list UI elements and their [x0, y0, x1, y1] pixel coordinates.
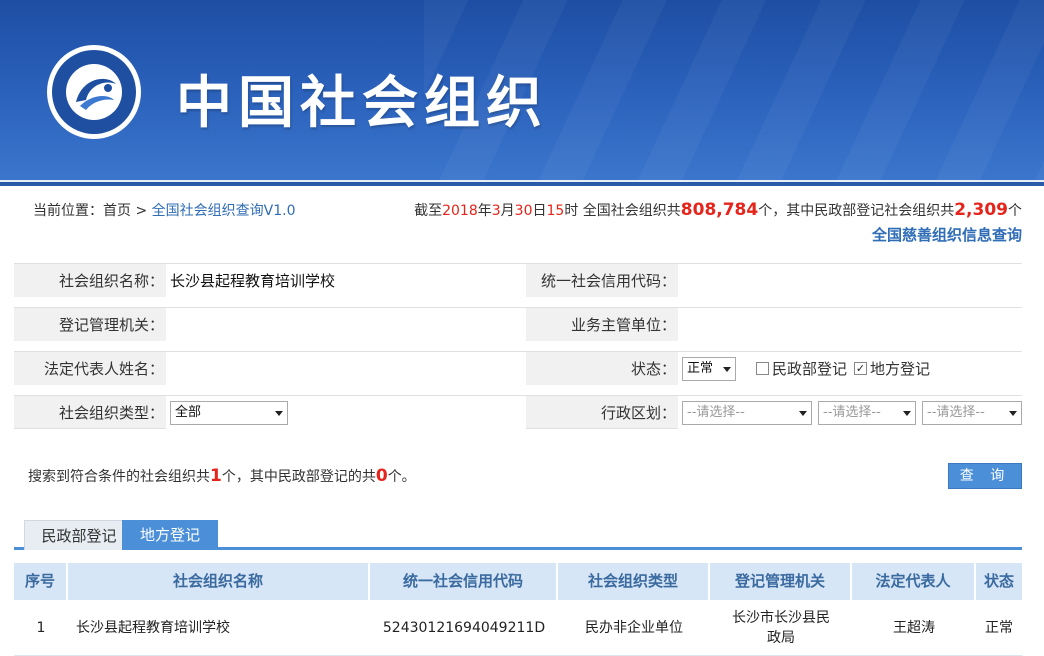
tab-local-registration[interactable]: 地方登记	[122, 520, 218, 550]
charity-query-link[interactable]: 全国慈善组织信息查询	[872, 224, 1022, 245]
region-county-value: --请选择--	[927, 405, 985, 420]
header-banner: 中国社会组织	[0, 0, 1044, 180]
region-field: --请选择-- --请选择-- --请选择--	[678, 396, 1022, 430]
supervisor-input[interactable]	[678, 308, 1022, 342]
result-text: 搜索到符合条件的社会组织共	[28, 469, 210, 485]
status-field: 正常 民政部登记 ✓ 地方登记	[678, 352, 1022, 386]
breadcrumb-current-link[interactable]: 全国社会组织查询V1.0	[152, 203, 296, 219]
org-type-select[interactable]: 全部	[170, 401, 288, 425]
stat-text: 日	[532, 203, 547, 219]
result-count: 1	[210, 466, 222, 486]
credit-code-input[interactable]	[678, 264, 1022, 298]
stat-text: 截至	[414, 203, 443, 219]
cell-registrar-line1: 长沙市长沙县民	[732, 610, 830, 626]
stat-month: 3	[491, 203, 501, 219]
tab-ministry-registration[interactable]: 民政部登记	[24, 520, 134, 550]
column-header-name: 社会组织名称	[68, 563, 370, 600]
registrar-input[interactable]	[166, 308, 526, 342]
region-label: 行政区划：	[600, 404, 676, 422]
ministry-checkbox[interactable]	[756, 362, 769, 375]
breadcrumb-separator: >	[131, 203, 152, 219]
cell-registrar-line2: 政局	[767, 630, 795, 646]
stat-text: 时 全国社会组织共	[564, 203, 681, 219]
column-header-index: 序号	[14, 563, 68, 600]
breadcrumb-prefix: 当前位置：	[33, 203, 103, 219]
result-text: 个。	[387, 469, 416, 485]
region-province-value: --请选择--	[687, 405, 745, 420]
supervisor-label: 业务主管单位：	[570, 316, 676, 334]
ministry-checkbox-label: 民政部登记	[772, 360, 848, 378]
org-type-label: 社会组织类型：	[58, 404, 164, 422]
logo-emblem-icon	[47, 45, 141, 139]
column-header-registrar: 登记管理机关	[710, 563, 852, 600]
site-title: 中国社会组织	[176, 71, 548, 136]
chevron-down-icon	[903, 411, 911, 416]
cell-org-type: 民办非企业单位	[585, 620, 683, 636]
org-name-input[interactable]: 长沙县起程教育培训学校	[166, 264, 526, 298]
legal-rep-label: 法定代表人姓名：	[43, 360, 164, 378]
org-type-field: 全部	[166, 396, 526, 430]
statistics-summary: 截至2018年3月30日15时 全国社会组织共808,784个，其中民政部登记社…	[414, 200, 1022, 220]
stat-text: 个	[1008, 203, 1022, 219]
stat-text: 个，其中民政部登记社会组织共	[758, 203, 955, 219]
status-select-value: 正常	[687, 361, 714, 376]
chevron-down-icon	[1009, 411, 1017, 416]
stat-text: 年	[477, 203, 492, 219]
result-summary: 搜索到符合条件的社会组织共1个，其中民政部登记的共0个。	[28, 466, 416, 486]
form-row-2: 登记管理机关： 业务主管单位：	[14, 307, 1022, 342]
cell-index: 1	[36, 620, 46, 636]
breadcrumb-home-link[interactable]: 首页	[103, 203, 131, 219]
stat-ministry-count: 2,309	[954, 200, 1008, 220]
column-header-status: 状态	[976, 563, 1022, 600]
chevron-down-icon	[799, 411, 807, 416]
result-ministry-count: 0	[375, 466, 388, 486]
result-text: 个，其中民政部登记的共	[221, 469, 376, 485]
banner-divider	[0, 180, 1044, 186]
org-type-select-value: 全部	[175, 405, 202, 420]
column-header-type: 社会组织类型	[558, 563, 710, 600]
region-city-value: --请选择--	[823, 405, 881, 420]
breadcrumb: 当前位置：首页 > 全国社会组织查询V1.0	[33, 200, 295, 220]
form-row-4: 社会组织类型： 全部 行政区划： --请选择-- --请选择-- --请选择--	[14, 395, 1022, 430]
chevron-down-icon	[723, 367, 731, 372]
stat-year: 2018	[442, 203, 478, 219]
registrar-label: 登记管理机关：	[58, 316, 164, 334]
column-header-legal-rep: 法定代表人	[852, 563, 976, 600]
region-city-select[interactable]: --请选择--	[818, 401, 916, 425]
cell-status: 正常	[985, 620, 1013, 636]
region-county-select[interactable]: --请选择--	[922, 401, 1022, 425]
stat-day: 30	[514, 203, 533, 219]
status-label: 状态：	[630, 360, 676, 378]
form-row-3: 法定代表人姓名： 状态： 正常 民政部登记 ✓ 地方登记	[14, 351, 1022, 386]
chevron-down-icon	[275, 411, 283, 416]
status-select[interactable]: 正常	[682, 357, 736, 381]
credit-code-label: 统一社会信用代码：	[540, 272, 676, 290]
local-checkbox[interactable]: ✓	[854, 362, 867, 375]
region-province-select[interactable]: --请选择--	[682, 401, 812, 425]
form-row-1: 社会组织名称： 长沙县起程教育培训学校 统一社会信用代码：	[14, 263, 1022, 298]
cell-registrar: 长沙市长沙县民 政局	[710, 600, 852, 656]
cell-legal-rep: 王超涛	[893, 620, 935, 636]
stat-text: 月	[500, 203, 515, 219]
column-header-credit-code: 统一社会信用代码	[370, 563, 558, 600]
stat-hour: 15	[546, 203, 565, 219]
local-checkbox-label: 地方登记	[870, 360, 931, 378]
legal-rep-input[interactable]	[166, 352, 526, 386]
cell-org-name-link[interactable]: 长沙县起程教育培训学校	[68, 600, 370, 656]
query-button[interactable]: 查 询	[948, 463, 1022, 489]
stat-total-count: 808,784	[680, 200, 759, 220]
cell-credit-code: 52430121694049211D	[382, 620, 546, 636]
org-name-label: 社会组织名称：	[58, 272, 164, 290]
registration-tabs: 民政部登记 地方登记	[14, 520, 1022, 550]
